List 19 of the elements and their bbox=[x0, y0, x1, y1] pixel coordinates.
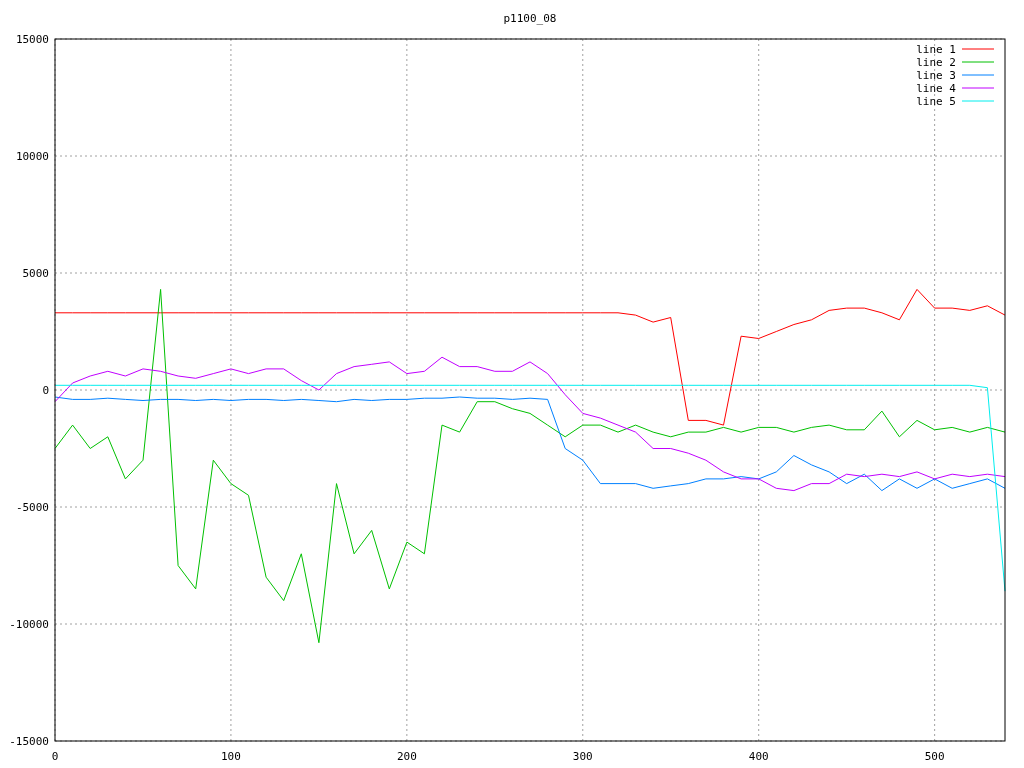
chart-title: p1100_08 bbox=[503, 12, 557, 25]
x-tick-label: 200 bbox=[396, 750, 417, 763]
y-tick-label: 15000 bbox=[15, 33, 49, 46]
x-tick-label: 400 bbox=[748, 750, 769, 763]
legend-label: line 2 bbox=[916, 56, 956, 69]
x-tick-label: 500 bbox=[924, 750, 945, 763]
y-tick-label: 5000 bbox=[22, 267, 49, 280]
y-tick-label: -10000 bbox=[9, 618, 49, 631]
legend-label: line 1 bbox=[916, 43, 956, 56]
y-tick-label: -5000 bbox=[15, 501, 49, 514]
y-tick-label: 10000 bbox=[15, 150, 49, 163]
y-tick-label: -15000 bbox=[9, 735, 49, 748]
x-tick-label: 100 bbox=[221, 750, 241, 763]
x-tick-label: 300 bbox=[572, 750, 593, 763]
legend-label: line 4 bbox=[916, 82, 956, 95]
y-tick-label: 0 bbox=[42, 384, 49, 397]
x-tick-label: 0 bbox=[51, 750, 59, 763]
legend-label: line 3 bbox=[916, 69, 956, 82]
legend-label: line 5 bbox=[916, 95, 956, 108]
